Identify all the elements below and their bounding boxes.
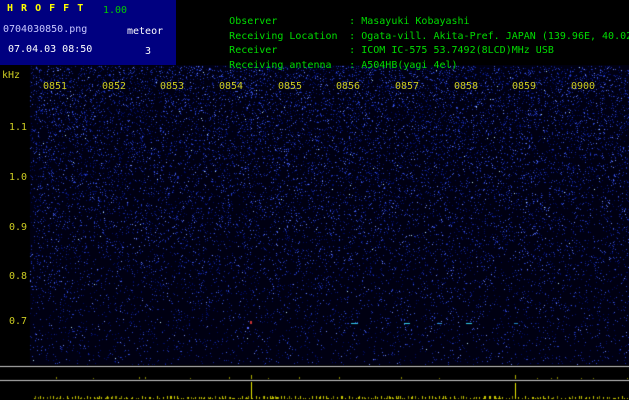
station-info-row: Observer : Masayuki Kobayashi — [181, 5, 629, 27]
freq-label: 0.7 — [8, 316, 27, 327]
freq-label: 0.8 — [8, 271, 27, 282]
info-label: Receiving Location — [229, 30, 338, 42]
app-version: 1.00 — [103, 5, 128, 16]
info-value: : Masayuki Kobayashi — [349, 16, 470, 27]
freq-label: 0.9 — [8, 222, 27, 233]
time-label: 0900 — [570, 81, 596, 92]
info-label: Observer — [229, 16, 278, 27]
station-info-panel: Observer : Masayuki Kobayashi Receiving L… — [176, 0, 629, 71]
header-left-panel: H R O F F T 1.00 0704030850.png meteor 0… — [0, 0, 176, 65]
output-filename: 0704030850.png — [3, 24, 88, 35]
time-label: 0851 — [42, 81, 68, 92]
info-label: Receiving antenna — [229, 59, 332, 71]
hrofft-screenshot: kHz 0851 0852 0853 0854 0855 0856 0857 0… — [0, 0, 629, 400]
time-label: 0857 — [394, 81, 420, 92]
mode-label: meteor — [127, 26, 164, 37]
info-value: : A504HB(yagi 4el) — [349, 59, 458, 71]
time-label: 0852 — [101, 81, 127, 92]
info-value: : Ogata-vill. Akita-Pref. JAPAN (139.96E… — [349, 30, 629, 42]
observation-datetime: 07.04.03 08:50 — [8, 44, 93, 55]
header: H R O F F T 1.00 0704030850.png meteor 0… — [0, 0, 629, 71]
time-label: 0854 — [218, 81, 244, 92]
freq-label: 1.1 — [8, 122, 27, 133]
meteor-count: 3 — [145, 46, 152, 57]
y-axis-unit: kHz — [2, 70, 21, 81]
app-title: H R O F F T — [7, 3, 85, 14]
time-label: 0856 — [335, 81, 361, 92]
info-label: Receiver — [229, 45, 278, 56]
time-label: 0855 — [277, 81, 303, 92]
info-value: : ICOM IC-575 53.7492(8LCD)MHz USB — [349, 45, 554, 56]
freq-label: 1.0 — [8, 172, 27, 183]
time-label: 0859 — [511, 81, 537, 92]
time-label: 0853 — [159, 81, 185, 92]
time-label: 0858 — [453, 81, 479, 92]
